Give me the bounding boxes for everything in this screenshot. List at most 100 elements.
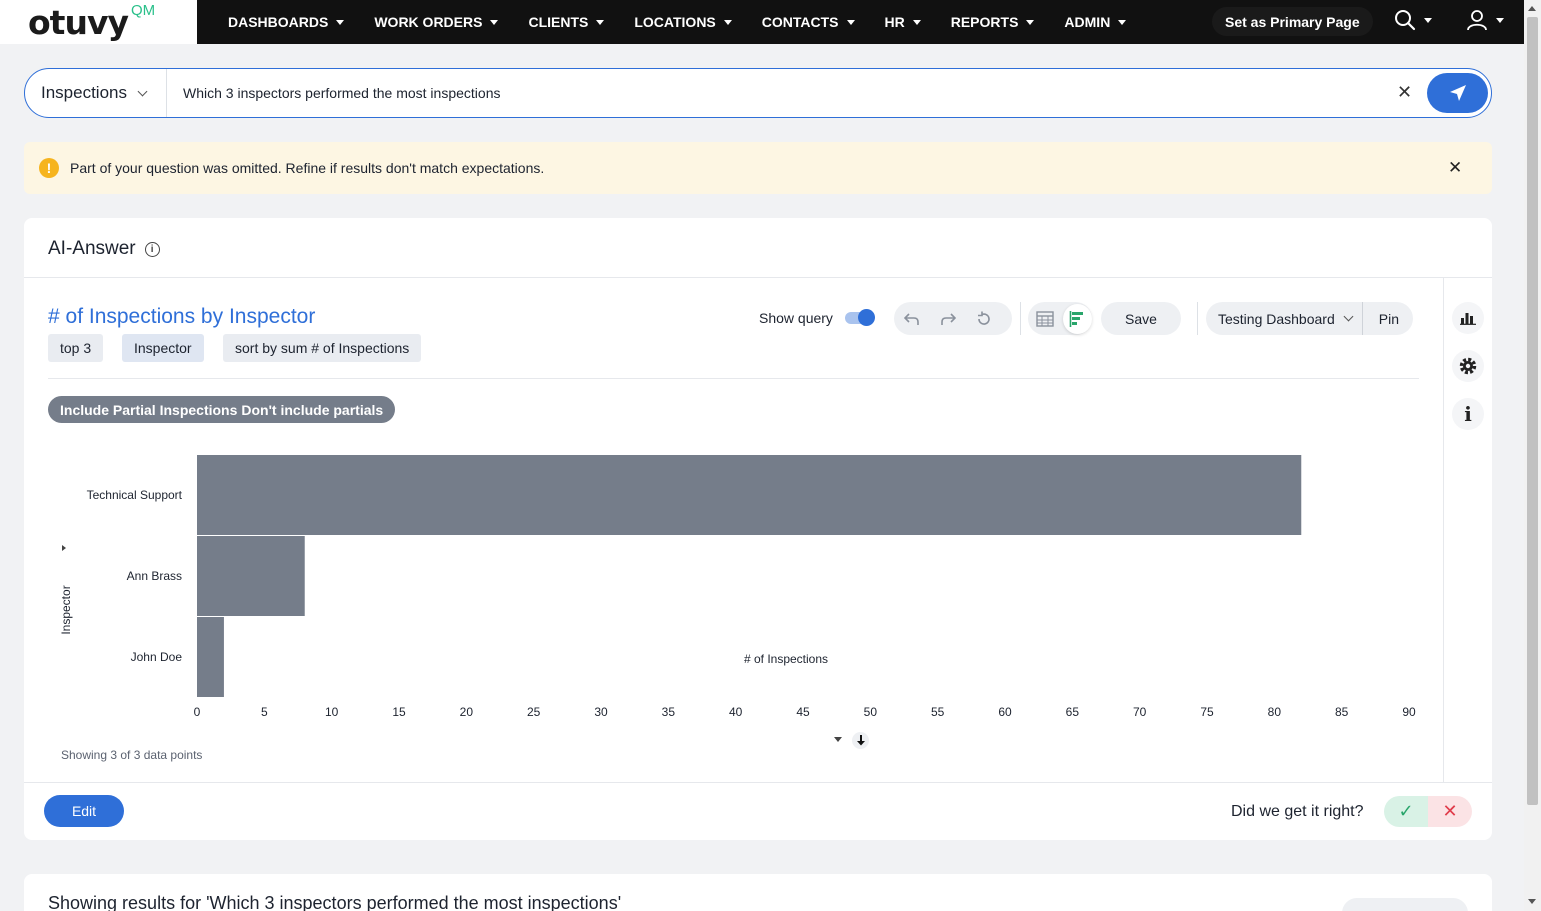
x-tick-label: 10 [325, 705, 339, 719]
y-axis-title[interactable]: Inspector [59, 545, 73, 635]
pin-button[interactable]: Pin [1363, 311, 1413, 327]
bar-chart-icon [1070, 310, 1084, 327]
dashboard-select-label: Testing Dashboard [1218, 310, 1335, 327]
filter-value: Don't include partials [241, 401, 384, 418]
user-menu[interactable] [1466, 6, 1504, 34]
clear-search-icon[interactable]: ✕ [1397, 82, 1412, 103]
nav-hr[interactable]: HR [885, 14, 921, 30]
caret-down-icon [1118, 19, 1127, 25]
x-tick-label: 0 [194, 705, 201, 719]
reset-button[interactable] [966, 302, 1002, 335]
dashboard-select[interactable]: Testing Dashboard [1206, 302, 1363, 335]
thumbs-up-button[interactable]: ✓ [1384, 796, 1428, 827]
global-search-menu[interactable] [1394, 6, 1432, 34]
submit-search-button[interactable] [1427, 73, 1488, 113]
query-token-sort[interactable]: sort by sum # of Inspections [223, 334, 422, 362]
visualization-title[interactable]: # of Inspections by Inspector [48, 305, 315, 329]
bar-technical-support[interactable] [197, 455, 1302, 535]
top-navigation-bar: otuvy QM DASHBOARDS WORK ORDERS CLIENTS … [0, 0, 1524, 44]
sort-direction-button[interactable] [852, 732, 869, 749]
nav-label: ADMIN [1064, 14, 1111, 30]
x-axis-title[interactable]: # of Inspections [744, 652, 828, 666]
search-scope-dropdown[interactable]: Inspections [25, 69, 167, 117]
x-tick-label: 15 [392, 705, 406, 719]
query-token-inspector[interactable]: Inspector [122, 334, 204, 362]
otuvy-logo[interactable]: otuvy QM [0, 0, 197, 44]
nav-clients[interactable]: CLIENTS [528, 14, 605, 30]
send-icon [1449, 85, 1466, 101]
results-action-button[interactable] [1342, 898, 1468, 911]
search-scope-label: Inspections [41, 83, 127, 102]
y-axis-label: Inspector [59, 585, 73, 634]
caret-down-icon [846, 19, 855, 25]
divider [1020, 302, 1021, 335]
bar-chart: Technical Support Ann Brass John Doe 0 5 10 1… [59, 455, 1416, 719]
x-tick-label: 30 [594, 705, 608, 719]
caret-down-icon [490, 19, 499, 25]
caret-down-icon [1026, 19, 1035, 25]
feedback-buttons: ✓ ✕ [1384, 796, 1472, 827]
table-icon [1036, 310, 1055, 327]
close-icon: ✕ [1442, 801, 1458, 821]
caret-down-icon [336, 19, 345, 25]
toggle-knob [857, 309, 875, 326]
page-scrollbar[interactable] [1524, 0, 1541, 911]
close-warning-icon[interactable]: ✕ [1448, 158, 1462, 178]
divider [48, 378, 1419, 379]
nav-contacts[interactable]: CONTACTS [762, 14, 855, 30]
details-button[interactable]: i [1452, 398, 1484, 430]
nav-admin[interactable]: ADMIN [1064, 14, 1127, 30]
history-controls [894, 302, 1012, 335]
caret-down-icon [723, 19, 732, 25]
bar-john-doe[interactable] [197, 617, 224, 697]
results-card: Showing results for 'Which 3 inspectors … [24, 874, 1492, 911]
chart-options-button[interactable] [1452, 302, 1484, 334]
user-icon [1467, 10, 1487, 31]
caret-down-icon [1496, 17, 1504, 23]
table-view-button[interactable] [1028, 302, 1063, 335]
redo-button[interactable] [930, 302, 966, 335]
scroll-up-arrow-icon[interactable] [1528, 6, 1536, 11]
bar-ann-brass[interactable] [197, 536, 305, 616]
nav-reports[interactable]: REPORTS [951, 14, 1035, 30]
warning-banner: ! Part of your question was omitted. Ref… [24, 142, 1492, 194]
x-tick-label: 75 [1200, 705, 1214, 719]
ai-answer-card: AI-Answer i # of Inspections by Inspecto… [24, 218, 1492, 840]
edit-button[interactable]: Edit [44, 795, 124, 827]
redo-icon [941, 312, 956, 325]
scroll-down-arrow-icon[interactable] [1528, 899, 1536, 904]
caret-right-icon [62, 545, 66, 551]
show-query-toggle[interactable]: Show query [759, 309, 875, 326]
query-token-top[interactable]: top 3 [48, 334, 104, 362]
check-icon: ✓ [1398, 801, 1414, 821]
data-points-count: Showing 3 of 3 data points [61, 748, 203, 762]
x-tick-label: 80 [1268, 705, 1282, 719]
set-primary-page-button[interactable]: Set as Primary Page [1212, 7, 1373, 36]
nav-dashboards[interactable]: DASHBOARDS [228, 14, 345, 30]
x-tick-label: 5 [261, 705, 268, 719]
logo-suffix: QM [130, 1, 156, 19]
nav-locations[interactable]: LOCATIONS [634, 14, 732, 30]
filter-pill[interactable]: Include Partial Inspections Don't includ… [48, 396, 396, 423]
nav-work-orders[interactable]: WORK ORDERS [374, 14, 499, 30]
nav-label: CONTACTS [761, 14, 839, 30]
nav-label: HR [884, 14, 905, 30]
chevron-down-icon [1343, 311, 1354, 322]
thumbs-down-button[interactable]: ✕ [1428, 796, 1472, 827]
undo-button[interactable] [894, 302, 930, 335]
settings-button[interactable] [1452, 350, 1484, 382]
info-icon[interactable]: i [144, 241, 160, 257]
show-query-label: Show query [759, 310, 833, 326]
ai-answer-title: AI-Answer [48, 238, 136, 259]
save-button[interactable]: Save [1101, 302, 1181, 335]
ai-search-bar: Inspections ✕ [24, 68, 1492, 118]
scroll-thumb[interactable] [1527, 17, 1538, 805]
caret-down-icon[interactable] [834, 737, 842, 742]
pin-to-dashboard-group: Testing Dashboard Pin [1206, 302, 1413, 335]
search-input[interactable] [183, 85, 1363, 101]
nav-label: LOCATIONS [634, 14, 716, 30]
chart-view-button[interactable] [1062, 303, 1092, 334]
arrow-down-icon [856, 735, 865, 746]
toggle-switch[interactable] [844, 309, 875, 326]
caret-down-icon [596, 19, 605, 25]
